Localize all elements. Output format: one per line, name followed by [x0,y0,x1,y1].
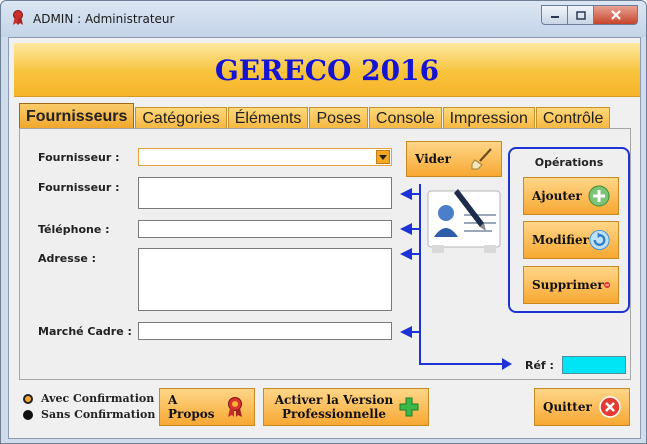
tab-poses[interactable]: Poses [309,107,368,129]
ajouter-button-label: Ajouter [532,189,582,203]
close-icon [599,396,621,418]
app-window: ADMIN : Administrateur GERECO 2016 Fourn… [0,0,647,444]
window-controls [541,5,638,25]
telephone-label: Téléphone : [38,223,110,236]
award-icon [228,397,242,417]
vider-button-label: Vider [415,152,452,166]
quitter-button-label: Quitter [543,400,592,414]
tab-console[interactable]: Console [368,107,442,129]
close-x-icon [610,10,621,20]
supprimer-button-label: Supprimer [532,278,604,292]
client-area: GERECO 2016 Fournisseurs Catégories Élém… [8,37,641,439]
fournisseur-input[interactable] [138,177,392,209]
refresh-icon [589,229,610,251]
marche-cadre-label: Marché Cadre : [38,325,132,338]
quitter-button[interactable]: Quitter [534,388,630,426]
header-banner: GERECO 2016 [14,43,640,97]
sans-confirmation-option[interactable]: Sans Confirmation [23,408,155,421]
supprimer-button[interactable]: Supprimer [523,266,619,304]
fournisseur-select[interactable] [138,148,392,166]
radio-unselected-icon[interactable] [23,409,33,420]
tab-bar: Fournisseurs Catégories Éléments Poses C… [19,103,611,129]
modifier-button[interactable]: Modifier [523,221,619,259]
activer-pro-button[interactable]: Activer la Version Professionnelle [263,388,429,426]
minimize-button[interactable] [541,5,568,25]
fournisseur-label: Fournisseur : [38,181,120,194]
close-window-button[interactable] [594,5,638,25]
vider-button[interactable]: Vider [406,141,502,177]
fournisseur-select-label: Fournisseur : [38,151,120,164]
green-plus-icon [399,397,419,417]
tab-impression[interactable]: Impression [442,107,535,129]
tab-elements[interactable]: Éléments [227,107,309,129]
app-title: GERECO 2016 [214,54,440,87]
apropos-button[interactable]: A Propos [159,388,255,426]
adresse-label: Adresse : [38,252,97,265]
maximize-button[interactable] [568,5,594,25]
broom-icon [471,148,492,170]
tab-categories[interactable]: Catégories [135,107,227,129]
radio-selected-icon[interactable] [23,393,33,404]
ref-label: Réf : [525,359,554,372]
maximize-icon [575,10,586,20]
operations-title: Opérations [534,156,604,169]
ref-input[interactable] [562,356,626,374]
apropos-button-label: A Propos [168,393,215,421]
avec-confirmation-option[interactable]: Avec Confirmation [23,392,154,405]
adresse-input[interactable] [138,248,392,311]
minimize-icon [550,16,559,18]
fournisseurs-panel: Fournisseur : Fournisseur : Téléphone : … [19,128,631,380]
dropdown-arrow-icon[interactable] [376,150,390,164]
sans-confirmation-label: Sans Confirmation [41,408,156,421]
app-award-icon [13,10,23,25]
tab-controle[interactable]: Contrôle [535,107,611,129]
window-title: ADMIN : Administrateur [33,12,175,26]
ajouter-button[interactable]: Ajouter [523,177,619,215]
avec-confirmation-label: Avec Confirmation [41,392,155,405]
plus-icon [588,185,610,207]
contact-card-icon [427,189,501,253]
minus-icon [603,282,610,288]
telephone-input[interactable] [138,220,392,238]
modifier-button-label: Modifier [532,233,589,247]
title-bar[interactable]: ADMIN : Administrateur [1,1,646,37]
activer-pro-button-label: Activer la Version Professionnelle [274,393,394,421]
marche-cadre-input[interactable] [138,322,392,340]
tab-fournisseurs[interactable]: Fournisseurs [19,103,135,129]
